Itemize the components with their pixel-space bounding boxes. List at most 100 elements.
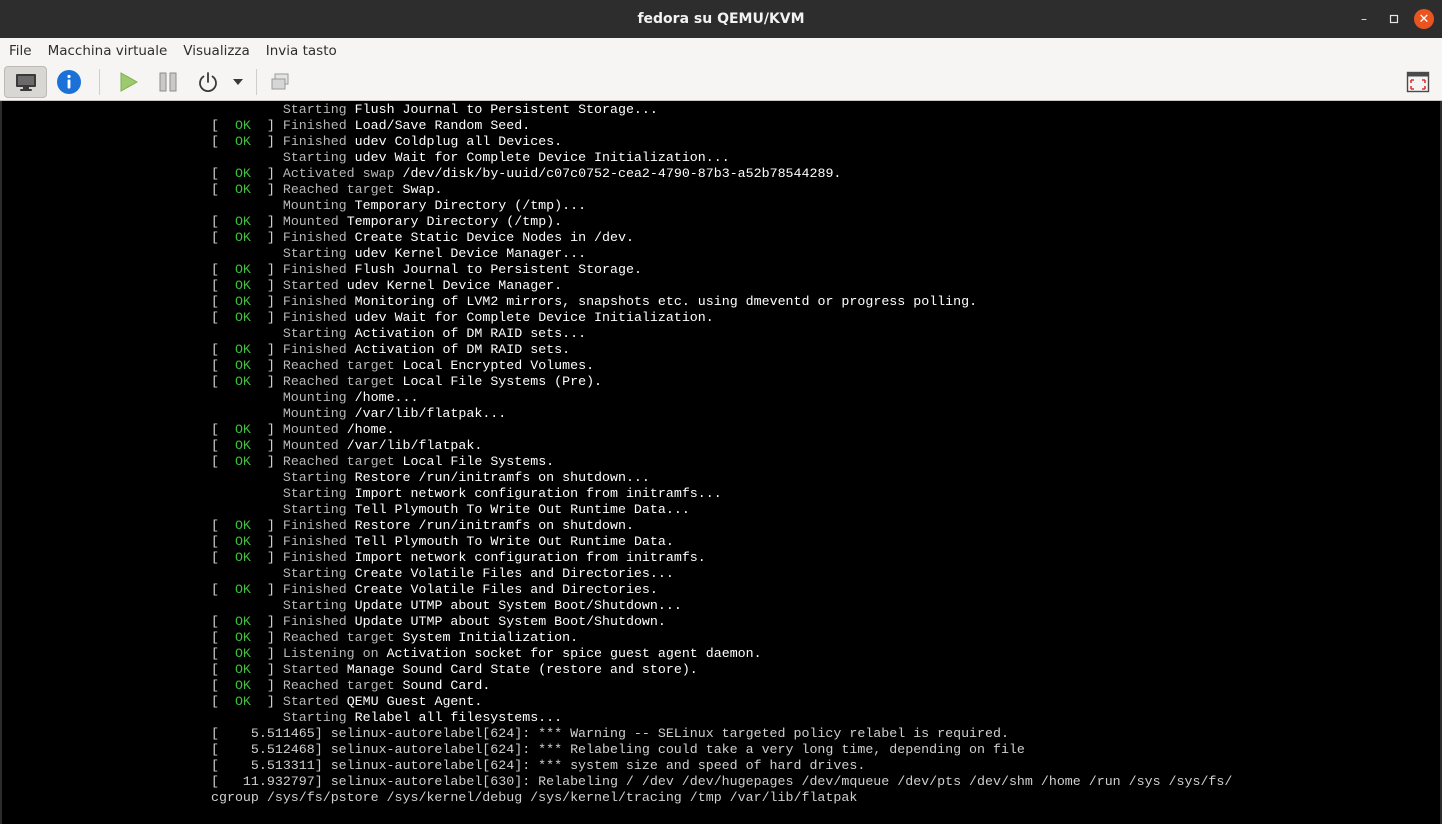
status-bracket: [	[211, 518, 235, 533]
kernel-log-line: cgroup /sys/fs/pstore /sys/kernel/debug …	[211, 790, 858, 805]
kernel-log-line: [ 5.513311] selinux-autorelabel[624]: **…	[211, 758, 866, 773]
log-action: Started	[282, 662, 347, 677]
log-line: [ OK ] Mounted /home.	[211, 422, 1232, 438]
status-bracket: [	[211, 278, 235, 293]
status-ok: OK	[234, 422, 251, 437]
log-action: Starting	[282, 102, 355, 117]
log-text: Monitoring of LVM2 mirrors, snapshots et…	[354, 294, 978, 309]
status-ok: OK	[234, 614, 251, 629]
status-ok: OK	[234, 438, 251, 453]
log-text: Restore /run/initramfs on shutdown.	[354, 518, 634, 533]
log-text: udev Wait for Complete Device Initializa…	[354, 150, 730, 165]
log-text: Local Encrypted Volumes.	[402, 358, 595, 373]
log-text: Update UTMP about System Boot/Shutdown.	[354, 614, 666, 629]
log-line: [ OK ] Finished Update UTMP about System…	[211, 614, 1232, 630]
status-bracket: [	[211, 182, 235, 197]
menu-virtual-machine[interactable]: Macchina virtuale	[48, 43, 168, 59]
status-bracket: [	[211, 134, 235, 149]
status-bracket: ]	[250, 646, 283, 661]
log-line: [ OK ] Reached target Local Encrypted Vo…	[211, 358, 1232, 374]
log-line: [ OK ] Finished udev Wait for Complete D…	[211, 310, 1232, 326]
maximize-icon[interactable]	[1384, 9, 1404, 29]
status-bracket: ]	[250, 118, 283, 133]
status-ok: OK	[234, 662, 251, 677]
log-line: [ OK ] Activated swap /dev/disk/by-uuid/…	[211, 166, 1232, 182]
log-text: Import network configuration from initra…	[354, 550, 706, 565]
log-action: Finished	[282, 518, 355, 533]
log-text: System Initialization.	[402, 630, 579, 645]
log-action: Reached target	[282, 630, 403, 645]
status-bracket: ]	[250, 342, 283, 357]
log-action: Mounted	[282, 214, 347, 229]
pause-icon[interactable]	[148, 66, 188, 98]
menu-send-key[interactable]: Invia tasto	[266, 43, 337, 59]
log-text: Activation of DM RAID sets.	[354, 342, 571, 357]
status-bracket: [	[211, 454, 235, 469]
log-action: Reached target	[282, 678, 403, 693]
vm-console[interactable]: Starting Flush Journal to Persistent Sto…	[0, 101, 1442, 824]
status-bracket: [	[211, 694, 235, 709]
status-ok: OK	[234, 118, 251, 133]
log-text: Tell Plymouth To Write Out Runtime Data.	[354, 534, 674, 549]
log-text: Relabel all filesystems...	[354, 710, 563, 725]
status-ok: OK	[234, 694, 251, 709]
log-line: Starting Update UTMP about System Boot/S…	[211, 598, 1232, 614]
play-icon[interactable]	[108, 66, 148, 98]
log-line: [ OK ] Finished Activation of DM RAID se…	[211, 342, 1232, 358]
log-action: Starting	[282, 486, 355, 501]
status-bracket: [	[211, 262, 235, 277]
info-icon[interactable]	[47, 66, 91, 98]
log-action: Starting	[282, 502, 355, 517]
log-line: [ OK ] Finished Restore /run/initramfs o…	[211, 518, 1232, 534]
log-text: Local File Systems.	[402, 454, 555, 469]
chevron-down-icon[interactable]	[228, 66, 248, 98]
log-action: Mounted	[282, 438, 347, 453]
status-ok: OK	[234, 230, 251, 245]
status-ok: OK	[234, 310, 251, 325]
status-bracket: [	[211, 614, 235, 629]
log-action: Starting	[282, 246, 355, 261]
fullscreen-icon[interactable]	[1398, 66, 1438, 98]
status-ok: OK	[234, 342, 251, 357]
menu-view[interactable]: Visualizza	[183, 43, 250, 59]
status-ok: OK	[234, 534, 251, 549]
log-line: [ OK ] Started QEMU Guest Agent.	[211, 694, 1232, 710]
log-text: Flush Journal to Persistent Storage.	[354, 262, 642, 277]
log-action: Mounting	[282, 390, 355, 405]
power-icon[interactable]	[188, 66, 228, 98]
status-bracket: ]	[250, 518, 283, 533]
minimize-icon[interactable]: –	[1354, 9, 1374, 29]
log-text: Manage Sound Card State (restore and sto…	[346, 662, 698, 677]
log-text: Temporary Directory (/tmp)...	[354, 198, 587, 213]
log-line: [ OK ] Reached target System Initializat…	[211, 630, 1232, 646]
log-action: Finished	[282, 310, 355, 325]
status-ok: OK	[234, 134, 251, 149]
status-bracket: [	[211, 438, 235, 453]
log-line: [ OK ] Finished Flush Journal to Persist…	[211, 262, 1232, 278]
status-bracket: [	[211, 662, 235, 677]
status-bracket: ]	[250, 454, 283, 469]
kernel-log-line: [ 5.512468] selinux-autorelabel[624]: **…	[211, 742, 1025, 757]
close-icon[interactable]: ✕	[1414, 9, 1434, 29]
menu-file[interactable]: File	[9, 43, 32, 59]
kernel-log-line: [ 11.932797] selinux-autorelabel[630]: R…	[211, 774, 1233, 789]
status-bracket: ]	[250, 310, 283, 325]
status-bracket: [	[211, 358, 235, 373]
status-bracket: [	[211, 342, 235, 357]
log-text: /var/lib/flatpak...	[354, 406, 507, 421]
log-line: Starting Activation of DM RAID sets...	[211, 326, 1232, 342]
log-text: Load/Save Random Seed.	[354, 118, 531, 133]
log-text: Tell Plymouth To Write Out Runtime Data.…	[354, 502, 690, 517]
log-line: Mounting /home...	[211, 390, 1232, 406]
status-ok: OK	[234, 550, 251, 565]
display-icon[interactable]	[4, 65, 47, 98]
menu-bar: File Macchina virtuale Visualizza Invia …	[0, 38, 1442, 63]
status-ok: OK	[234, 278, 251, 293]
log-action: Reached target	[282, 454, 403, 469]
snapshot-icon[interactable]	[265, 66, 295, 98]
status-bracket: ]	[250, 278, 283, 293]
status-bracket: ]	[250, 422, 283, 437]
log-line: [ OK ] Finished Create Static Device Nod…	[211, 230, 1232, 246]
log-line: [ OK ] Reached target Sound Card.	[211, 678, 1232, 694]
status-bracket: [	[211, 534, 235, 549]
